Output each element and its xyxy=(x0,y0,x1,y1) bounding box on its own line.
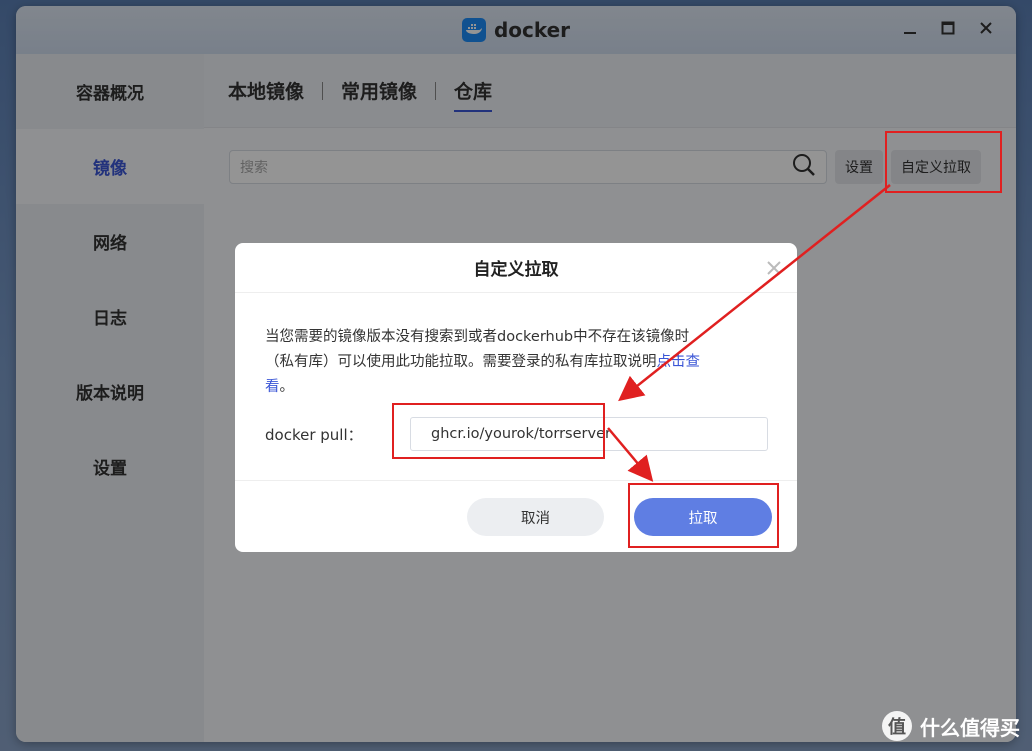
annotation-arrows xyxy=(607,184,891,482)
watermark: 值 什么值得买 xyxy=(882,711,1020,741)
watermark-badge: 值 xyxy=(882,711,912,741)
arrow-to-input xyxy=(618,184,891,402)
watermark-text: 什么值得买 xyxy=(920,715,1020,740)
arrow-to-button xyxy=(607,427,654,482)
